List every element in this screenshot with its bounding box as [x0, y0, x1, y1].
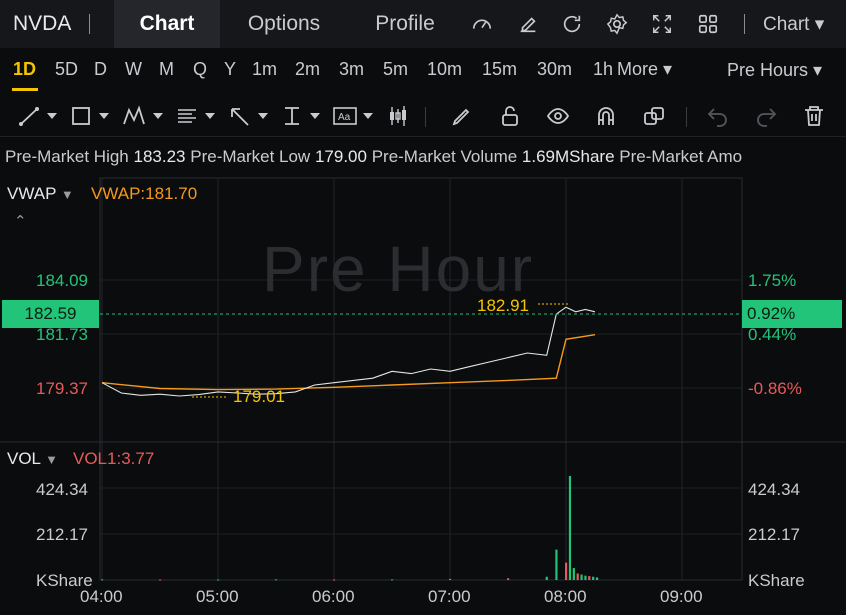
- volume-bar: [391, 579, 394, 581]
- volume-indicator-name: VOL: [7, 449, 41, 468]
- pct-tick-low: -0.86%: [748, 379, 802, 398]
- time-tick: 07:00: [428, 587, 471, 606]
- time-tick: 04:00: [80, 587, 123, 606]
- chevron-down-icon: ▼: [45, 452, 58, 467]
- volume-bar: [576, 573, 579, 580]
- volume-unit-right: KShare: [748, 571, 805, 590]
- indicator-name: VWAP: [7, 184, 57, 203]
- price-line: [101, 306, 596, 397]
- volume-bar: [507, 578, 510, 580]
- volume-bar: [333, 579, 336, 581]
- low-marker-label: 179.01: [233, 387, 285, 406]
- volume-bar: [580, 574, 583, 580]
- volume-tick-mid: 212.17: [36, 525, 88, 544]
- volume-bar: [592, 576, 595, 580]
- time-tick: 05:00: [196, 587, 239, 606]
- time-tick: 08:00: [544, 587, 587, 606]
- volume-bar: [449, 578, 452, 580]
- volume-value: VOL1:3.77: [73, 449, 155, 468]
- price-tick-mid: 181.73: [36, 325, 88, 344]
- indicator-selector[interactable]: VWAP ▼: [7, 184, 74, 204]
- price-volume-chart[interactable]: [0, 0, 846, 615]
- volume-bar: [572, 568, 575, 580]
- pct-tick-high: 1.75%: [748, 271, 797, 290]
- volume-bar: [555, 549, 558, 580]
- volume-tick-mid-right: 212.17: [748, 525, 800, 544]
- volume-bar: [565, 562, 568, 580]
- pct-tick-mid: 0.44%: [748, 325, 797, 344]
- vwap-value: VWAP:181.70: [91, 184, 198, 203]
- volume-bar: [545, 576, 548, 580]
- volume-bar: [217, 579, 220, 581]
- price-tick-high: 184.09: [36, 271, 88, 290]
- volume-bar: [568, 475, 572, 580]
- volume-bars: [101, 475, 599, 581]
- collapse-icon[interactable]: ⌃: [14, 212, 27, 230]
- volume-indicator-selector[interactable]: VOL ▼: [7, 449, 58, 469]
- price-tick-low: 179.37: [36, 379, 88, 398]
- volume-bar: [275, 579, 278, 581]
- volume-bar: [595, 577, 599, 580]
- current-pct-badge: 0.92%: [742, 300, 842, 328]
- volume-tick-high: 424.34: [36, 480, 88, 499]
- time-tick: 06:00: [312, 587, 355, 606]
- volume-bar: [584, 575, 587, 580]
- current-price-badge: 182.59: [2, 300, 99, 328]
- high-marker-label: 182.91: [477, 296, 529, 315]
- chevron-down-icon: ▼: [60, 187, 74, 202]
- volume-bar: [588, 576, 591, 580]
- volume-bar: [101, 579, 104, 581]
- session-watermark: Pre Hour: [262, 233, 535, 305]
- time-tick: 09:00: [660, 587, 703, 606]
- volume-tick-high-right: 424.34: [748, 480, 800, 499]
- volume-bar: [159, 579, 162, 581]
